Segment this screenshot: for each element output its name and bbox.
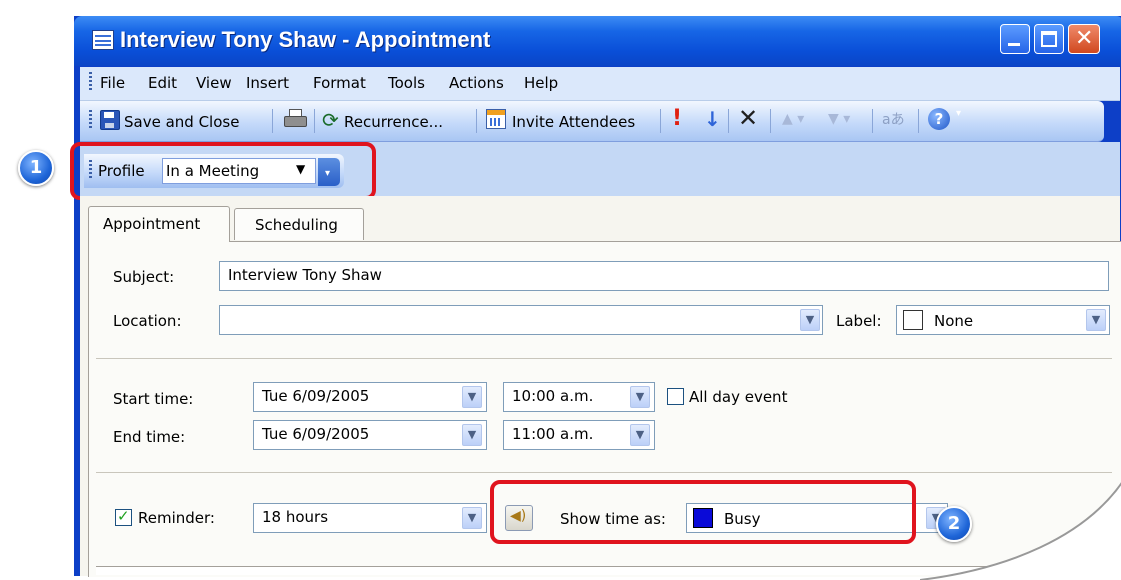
menu-bar [80, 67, 1120, 101]
menu-insert[interactable]: Insert [246, 74, 289, 92]
toolbar-separator [272, 109, 273, 133]
toolbar-separator [770, 109, 771, 133]
menu-edit[interactable]: Edit [148, 74, 177, 92]
toolbar-separator [660, 109, 661, 133]
label-dropdown[interactable] [896, 305, 1110, 335]
importance-high-icon[interactable]: ! [672, 106, 682, 131]
translate-icon[interactable]: aあ [882, 109, 905, 129]
reminder-dropdown-button[interactable]: ▼ [462, 507, 482, 529]
toolbar-separator [918, 109, 919, 133]
callout-1: 1 [18, 150, 54, 186]
location-input[interactable] [219, 305, 823, 335]
toolbar-separator [872, 109, 873, 133]
reminder-label: Reminder: [138, 509, 215, 527]
toolbar-separator [314, 109, 315, 133]
checkmark-icon: ✓ [117, 507, 130, 525]
label-label: Label: [836, 312, 882, 330]
subject-label: Subject: [113, 268, 175, 286]
minimize-icon [1008, 43, 1020, 46]
tab-scheduling[interactable]: Scheduling [234, 208, 364, 240]
location-label: Location: [113, 312, 182, 330]
all-day-label: All day event [689, 388, 788, 406]
recurrence-icon: ⟳ [322, 108, 339, 132]
end-time-dropdown-button[interactable]: ▼ [630, 424, 650, 446]
page-curl-decoration [920, 482, 1121, 580]
menu-grip-handle[interactable] [89, 72, 92, 92]
menu-view[interactable]: View [196, 74, 232, 92]
highlight-box-profile [70, 142, 376, 200]
window-title: Interview Tony Shaw - Appointment [120, 27, 491, 52]
importance-low-icon[interactable]: ↓ [704, 107, 721, 131]
start-time-label: Start time: [113, 390, 194, 408]
toolbar-options-icon[interactable]: ▾ [956, 108, 964, 136]
end-time-label: End time: [113, 428, 186, 446]
location-dropdown-button[interactable]: ▼ [800, 309, 820, 331]
minimize-button[interactable] [1000, 24, 1030, 54]
label-color-swatch [903, 310, 923, 330]
end-date-dropdown-button[interactable]: ▼ [462, 424, 482, 446]
start-date-input[interactable]: Tue 6/09/2005 [253, 382, 487, 412]
tab-appointment-label: Appointment [103, 215, 201, 233]
section-divider [96, 358, 1112, 359]
reminder-dropdown[interactable]: 18 hours [253, 503, 487, 533]
save-icon [100, 110, 120, 130]
end-date-input[interactable]: Tue 6/09/2005 [253, 420, 487, 450]
tab-appointment[interactable]: Appointment [88, 206, 230, 242]
highlight-box-show-time [490, 480, 916, 544]
start-date-dropdown-button[interactable]: ▼ [462, 386, 482, 408]
maximize-button[interactable] [1034, 24, 1064, 54]
label-dropdown-button[interactable]: ▼ [1086, 309, 1106, 331]
toolbar-separator [476, 109, 477, 133]
calendar-icon [92, 30, 114, 50]
menu-file[interactable]: File [100, 74, 125, 92]
invite-attendees-button[interactable]: Invite Attendees [512, 113, 635, 131]
label-value: None [934, 312, 974, 330]
close-button[interactable]: ✕ [1068, 24, 1100, 54]
delete-icon[interactable]: ✕ [738, 104, 758, 132]
menu-help[interactable]: Help [524, 74, 558, 92]
maximize-icon [1041, 31, 1057, 47]
toolbar-separator [728, 109, 729, 133]
menu-actions[interactable]: Actions [449, 74, 504, 92]
invite-calendar-icon [486, 109, 506, 129]
start-time-dropdown-button[interactable]: ▼ [630, 386, 650, 408]
reminder-checkbox[interactable]: ✓ [115, 507, 132, 526]
tab-scheduling-label: Scheduling [255, 216, 338, 234]
menu-format[interactable]: Format [313, 74, 366, 92]
recurrence-button[interactable]: Recurrence... [344, 113, 443, 131]
close-icon: ✕ [1075, 26, 1094, 51]
print-icon[interactable] [284, 109, 307, 129]
menu-tools[interactable]: Tools [388, 74, 425, 92]
help-icon[interactable]: ? [928, 108, 950, 130]
previous-item-icon[interactable]: ▲ ▾ [782, 111, 804, 127]
save-and-close-button[interactable]: Save and Close [124, 113, 239, 131]
all-day-checkbox[interactable] [667, 388, 684, 405]
subject-input[interactable]: Interview Tony Shaw [219, 261, 1109, 291]
next-item-icon[interactable]: ▼ ▾ [828, 111, 850, 127]
toolbar-grip-handle[interactable] [89, 110, 92, 130]
